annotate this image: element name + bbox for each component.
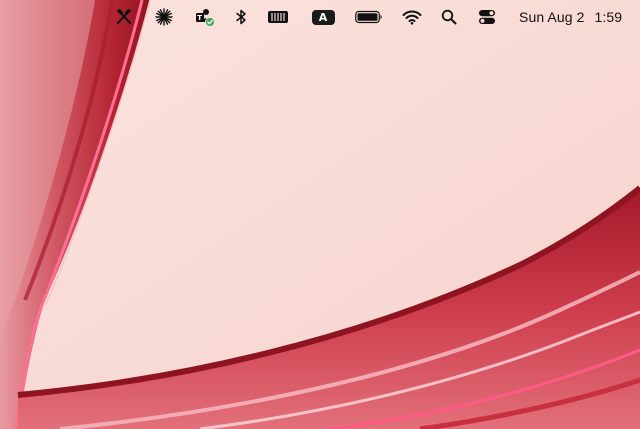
- input-source-label: A: [311, 9, 335, 25]
- spotlight-search-icon[interactable]: [440, 7, 458, 27]
- desktop: T A Sun Aug 2 1:59: [0, 0, 640, 429]
- xcode-tools-icon[interactable]: [114, 7, 134, 27]
- user-verified-icon[interactable]: T: [194, 7, 216, 27]
- desktop-wallpaper: [0, 0, 640, 429]
- clock-time: 1:59: [594, 9, 623, 25]
- battery-icon[interactable]: [355, 7, 383, 27]
- memory-icon[interactable]: [266, 7, 290, 27]
- menubar-clock[interactable]: Sun Aug 2 1:59: [519, 7, 622, 27]
- sparkle-icon[interactable]: [154, 7, 174, 27]
- menu-bar: T A Sun Aug 2 1:59: [0, 0, 640, 34]
- bluetooth-icon[interactable]: [233, 7, 249, 27]
- control-center-icon[interactable]: [477, 7, 497, 27]
- clock-date: Sun Aug 2: [519, 9, 585, 25]
- input-source-icon[interactable]: A: [311, 7, 335, 27]
- wifi-icon[interactable]: [401, 7, 423, 27]
- svg-text:T: T: [197, 14, 202, 22]
